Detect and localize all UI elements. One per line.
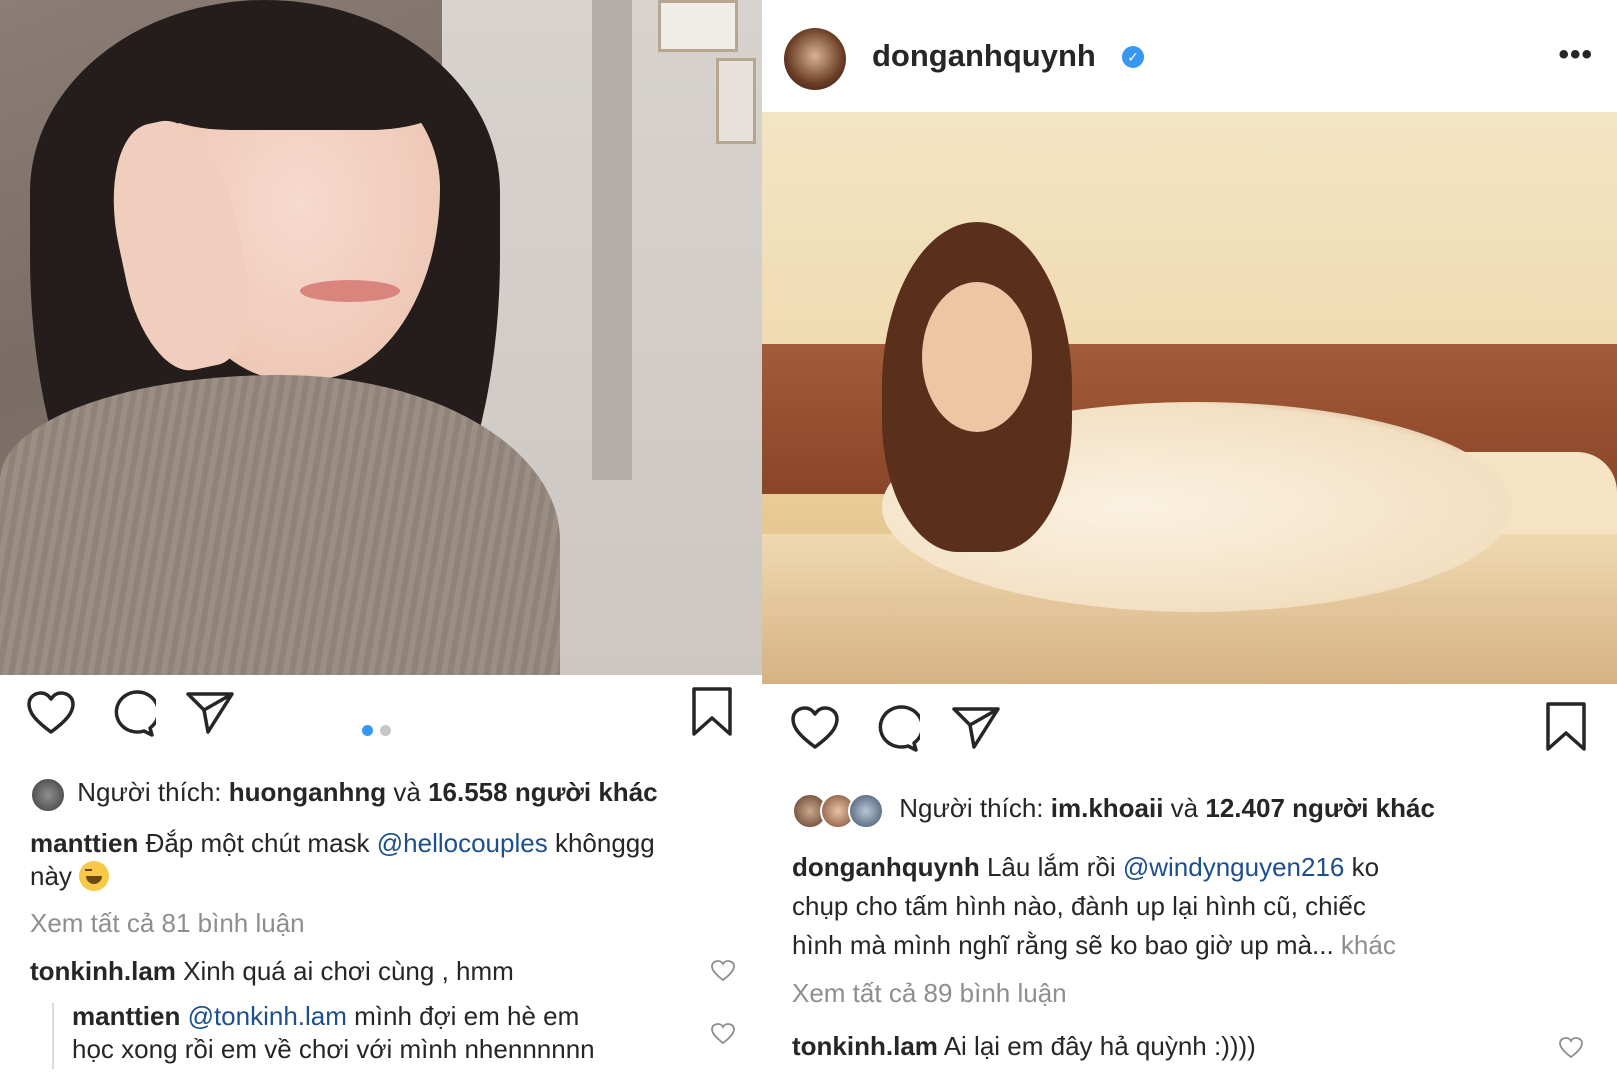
likes-prefix: Người thích: [899, 793, 1051, 823]
post-caption: donganhquynh Lâu lắm rồi @windynguyen216… [792, 848, 1592, 965]
comment: tonkinh.lam Xinh quá ai chơi cùng , hmm [30, 955, 514, 988]
liker-username[interactable]: im.khoaii [1051, 793, 1164, 823]
comment-username[interactable]: tonkinh.lam [792, 1031, 938, 1061]
photo-subject-face [922, 282, 1032, 432]
caption-text: Đắp một chút mask [138, 828, 377, 858]
reply-text-line2: học xong rồi em về chơi với mình nhennnn… [72, 1034, 595, 1064]
carousel-indicator [362, 723, 398, 741]
reply-username[interactable]: manttien [72, 1001, 180, 1031]
caption-line3: hình mà mình nghĩ rằng sẽ ko bao giờ up … [792, 930, 1341, 960]
liker-avatar [30, 777, 66, 814]
caption-text: Lâu lắm rồi [979, 852, 1123, 882]
carousel-dot [380, 725, 391, 736]
action-bar-left [0, 687, 762, 760]
reply-thread-line [52, 1003, 54, 1069]
carousel-dot-active [362, 725, 373, 736]
comment-bubble-icon[interactable] [870, 705, 920, 753]
post-left: Người thích: huonganhng và 16.558 người … [0, 0, 762, 1080]
comment-like-heart-icon[interactable] [710, 959, 736, 988]
caption-mention[interactable]: @hellocouples [377, 828, 548, 858]
heart-icon[interactable] [26, 690, 76, 736]
caption-username[interactable]: manttien [30, 828, 138, 858]
likes-count[interactable]: 12.407 người khác [1205, 793, 1435, 823]
view-all-comments-link[interactable]: Xem tất cả 89 bình luận [792, 978, 1067, 1009]
reply-like-heart-icon[interactable] [710, 1022, 736, 1051]
likes-count[interactable]: 16.558 người khác [428, 777, 658, 807]
likes-summary[interactable]: Người thích: huonganhng và 16.558 người … [30, 777, 658, 814]
post-caption: manttien Đắp một chút mask @hellocouples… [30, 827, 730, 893]
post-author-username[interactable]: donganhquynh [872, 38, 1096, 74]
comment-text: Xinh quá ai chơi cùng , hmm [175, 956, 514, 986]
view-all-comments-link[interactable]: Xem tất cả 81 bình luận [30, 908, 305, 939]
caption-line2: chụp cho tấm hình nào, đành up lại hình … [792, 891, 1366, 921]
profile-avatar[interactable] [784, 28, 846, 90]
bookmark-icon[interactable] [690, 686, 734, 738]
likes-prefix: Người thích: [77, 777, 229, 807]
caption-text-end: ko [1344, 852, 1380, 882]
more-options-icon[interactable]: ••• [1558, 38, 1593, 72]
liker-username[interactable]: huonganhng [229, 777, 386, 807]
caption-more-link[interactable]: khác [1341, 930, 1396, 960]
photo-subject-lips [300, 280, 400, 302]
photo-wall-frame [716, 58, 756, 144]
post-right: donganhquynh ✓ ••• Người thích: im.khoai… [762, 0, 1617, 1080]
post-header: donganhquynh ✓ ••• [762, 0, 1617, 112]
likes-joiner: và [386, 777, 429, 807]
likes-summary[interactable]: Người thích: im.khoaii và 12.407 người k… [792, 793, 1435, 830]
comment: tonkinh.lam Ai lại em đây hả quỳnh :)))) [792, 1030, 1256, 1063]
liker-avatars [30, 777, 70, 814]
caption-text-line2: này [30, 861, 80, 891]
caption-username[interactable]: donganhquynh [792, 852, 980, 882]
caption-text-end: khônggg [547, 828, 655, 858]
paper-plane-icon[interactable] [950, 703, 1002, 751]
paper-plane-icon[interactable] [184, 688, 236, 736]
likes-joiner: và [1163, 793, 1206, 823]
comment-bubble-icon[interactable] [106, 690, 156, 738]
photo-door [592, 0, 632, 480]
verified-badge-icon: ✓ [1122, 46, 1144, 68]
post-photo-right[interactable] [762, 112, 1617, 684]
comment-like-heart-icon[interactable] [1558, 1036, 1584, 1065]
liker-avatars [792, 793, 892, 830]
laughing-emoji-icon [79, 861, 110, 891]
post-photo-left[interactable] [0, 0, 762, 675]
comment-username[interactable]: tonkinh.lam [30, 956, 176, 986]
bookmark-icon[interactable] [1544, 701, 1588, 753]
reply-mention[interactable]: @tonkinh.lam [180, 1001, 347, 1031]
reply-text: mình đợi em hè em [346, 1001, 580, 1031]
heart-icon[interactable] [790, 705, 840, 751]
liker-avatar [848, 793, 884, 830]
comment-text: Ai lại em đây hả quỳnh :)))) [937, 1031, 1256, 1061]
comment-reply: manttien @tonkinh.lam mình đợi em hè em … [72, 1000, 702, 1066]
caption-mention[interactable]: @windynguyen216 [1123, 852, 1345, 882]
action-bar-right [762, 702, 1617, 775]
photo-wall-frame [658, 0, 738, 52]
